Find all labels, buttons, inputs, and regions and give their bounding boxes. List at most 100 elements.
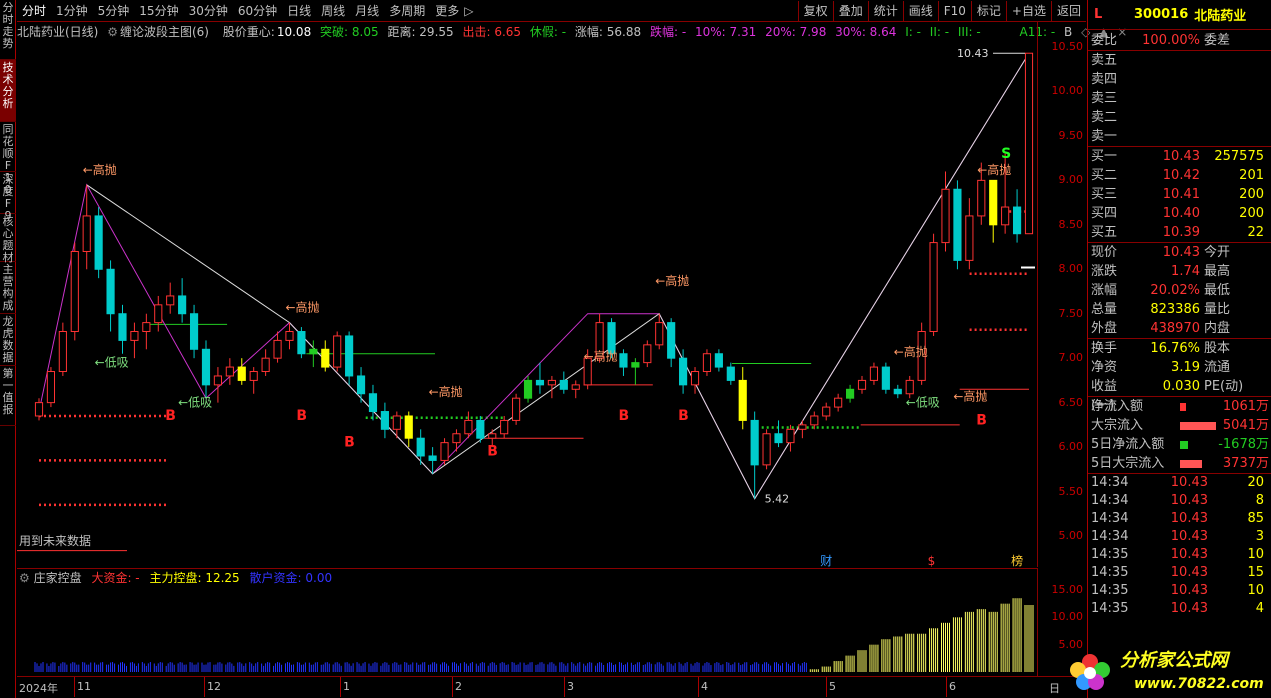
candle[interactable] [166, 282, 175, 314]
period-3[interactable]: 15分钟 [134, 2, 183, 19]
candle[interactable] [535, 362, 545, 394]
candle[interactable] [929, 233, 938, 336]
event-marker[interactable]: 财 [820, 554, 832, 567]
period-6[interactable]: 日线 [282, 2, 316, 19]
candle[interactable] [428, 447, 437, 474]
candle[interactable] [261, 349, 270, 376]
period-1[interactable]: 1分钟 [51, 2, 93, 19]
bid-row[interactable]: 买三 10.41 200 [1088, 185, 1271, 204]
indicator-name[interactable]: 庄家控盘 [34, 571, 82, 585]
candle[interactable] [70, 242, 79, 341]
candle[interactable] [619, 349, 628, 376]
candle[interactable] [356, 367, 366, 403]
candle[interactable] [714, 349, 723, 372]
tick-list[interactable]: 14:34 10.43 20 14:34 10.43 8 14:34 10.43 85 14:34… [1088, 474, 1271, 618]
candle[interactable] [106, 260, 115, 332]
toolbar-button-3[interactable]: 画线 [902, 0, 938, 21]
toolbar-button-6[interactable]: +自选 [1005, 0, 1051, 21]
candle[interactable] [368, 384, 378, 421]
period-4[interactable]: 30分钟 [184, 2, 233, 19]
candle[interactable] [893, 384, 902, 399]
left-tab-7[interactable]: 第一值报 [0, 366, 16, 426]
bid-row[interactable]: 买五 10.39 22 [1088, 223, 1271, 242]
candle[interactable] [643, 340, 652, 368]
toolbar-button-2[interactable]: 统计 [867, 0, 903, 21]
period-5[interactable]: 60分钟 [233, 2, 282, 19]
left-tab-2[interactable]: 同花顺F10 [0, 122, 16, 196]
candle[interactable] [702, 349, 712, 376]
candle[interactable] [690, 367, 700, 394]
candle[interactable] [178, 278, 187, 323]
candle[interactable] [667, 318, 676, 368]
candle[interactable] [786, 424, 795, 452]
candle[interactable] [881, 362, 890, 394]
candle[interactable] [822, 402, 831, 421]
stock-period-label[interactable]: 北陆药业(日线) [17, 25, 98, 39]
candle[interactable] [571, 380, 580, 399]
indicator-chart[interactable] [17, 586, 1037, 676]
candle[interactable] [94, 207, 103, 279]
candlestick-chart[interactable]: 10.435.42高抛←高抛←高抛←高抛←高抛←高抛←高抛←高抛←低吸←低吸← 低… [17, 41, 1037, 567]
event-marker[interactable]: 榜 [1011, 553, 1023, 567]
left-tab-3[interactable]: 深度F9 [0, 172, 16, 222]
candle[interactable] [345, 331, 354, 385]
candle[interactable] [834, 393, 843, 412]
toolbar-button-7[interactable]: 返回 [1050, 0, 1086, 21]
left-tab-5[interactable]: 主营构成 [0, 262, 16, 314]
candle[interactable] [559, 371, 568, 394]
left-tab-0[interactable]: 分时走势 [0, 0, 16, 60]
candle[interactable] [1012, 189, 1022, 243]
candle[interactable] [798, 420, 807, 439]
candle[interactable] [249, 367, 258, 394]
toolbar-button-5[interactable]: 标记 [970, 0, 1006, 21]
left-tab-4[interactable]: 核心题材 [0, 214, 16, 264]
bid-row[interactable]: 买四 10.40 200 [1088, 204, 1271, 223]
candle[interactable] [130, 322, 139, 359]
candle[interactable] [726, 362, 735, 385]
gear-icon[interactable]: ⚙ [19, 571, 30, 585]
candle[interactable] [774, 420, 783, 448]
date-period-corner[interactable]: 日 [1049, 680, 1060, 696]
candle[interactable] [857, 375, 867, 394]
candle[interactable] [58, 322, 67, 376]
candle[interactable] [631, 358, 640, 385]
period-9[interactable]: 多周期 [384, 2, 430, 19]
period-0[interactable]: 分时 [17, 2, 51, 19]
more-arrow-icon[interactable]: ▷ [464, 4, 478, 18]
candle[interactable] [440, 438, 449, 465]
indicator-select[interactable]: ⚙ 缠论波段主图(6) [107, 25, 214, 39]
candle[interactable] [750, 411, 759, 499]
candle[interactable] [237, 358, 246, 385]
candle[interactable] [201, 340, 211, 399]
candle[interactable] [512, 393, 521, 425]
candle[interactable] [285, 322, 294, 350]
candle[interactable] [500, 415, 509, 439]
candle[interactable] [846, 384, 855, 403]
candle[interactable] [464, 411, 473, 439]
candle[interactable] [297, 327, 306, 359]
left-tab-1[interactable]: 技术分析 [0, 60, 16, 122]
candle[interactable] [189, 304, 199, 359]
candle[interactable] [225, 358, 234, 385]
candle[interactable] [213, 367, 222, 403]
candle[interactable] [738, 367, 747, 430]
candle[interactable] [118, 304, 127, 354]
candle[interactable] [404, 411, 413, 448]
candle[interactable] [869, 362, 879, 385]
left-tab-6[interactable]: 龙虎数据 [0, 314, 16, 366]
candle[interactable] [547, 375, 556, 399]
candle[interactable] [523, 375, 533, 403]
period-10[interactable]: 更多 [430, 2, 464, 19]
toolbar-button-0[interactable]: 复权 [797, 0, 833, 21]
candle[interactable] [321, 340, 330, 372]
candle[interactable] [333, 331, 342, 372]
toolbar-button-4[interactable]: F10 [937, 0, 971, 21]
candle[interactable] [989, 179, 998, 243]
bid-row[interactable]: 买一 10.43 257575 [1088, 147, 1271, 166]
candle[interactable] [941, 171, 950, 252]
candle[interactable] [762, 429, 771, 470]
candle[interactable] [380, 402, 389, 439]
period-7[interactable]: 周线 [316, 2, 350, 19]
toolbar-button-1[interactable]: 叠加 [832, 0, 868, 21]
candle[interactable] [416, 429, 425, 465]
